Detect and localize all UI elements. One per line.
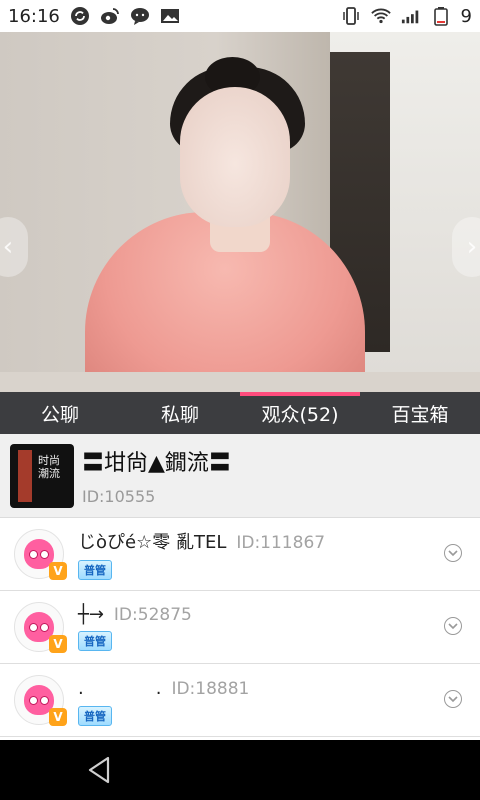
notification-icons [70,6,180,26]
tab-audience[interactable]: 观众(52) [240,392,360,434]
avatar-decoration [18,449,32,502]
viewer-id: ID:18881 [171,679,250,699]
system-nav-bar [0,740,480,800]
streamer-figure-head [180,87,290,227]
sync-icon [70,6,90,26]
vip-badge: V [49,635,67,653]
audience-list: V じòぴé☆零 亂TEL ID:111867 普管 V ┼→ ID:52875… [0,518,480,737]
viewer-name: ┼→ [78,603,104,625]
list-item[interactable]: V . . ID:18881 普管 [0,664,480,737]
vip-badge: V [49,562,67,580]
avatar-text: 时尚潮流 [38,453,60,480]
battery-icon [431,6,451,26]
live-video[interactable]: ‹ › [0,32,480,392]
status-bar: 16:16 9 [0,0,480,32]
viewer-info: . . ID:18881 普管 [78,674,249,726]
list-item[interactable]: V ┼→ ID:52875 普管 [0,591,480,664]
next-room-button[interactable]: › [452,217,480,277]
back-triangle-icon [88,756,110,784]
viewer-info: ┼→ ID:52875 普管 [78,604,192,651]
chevron-left-icon: ‹ [2,232,14,262]
expand-button[interactable] [444,690,462,708]
weibo-icon [100,6,120,26]
chat-icon [130,6,150,26]
battery-level: 9 [460,5,472,27]
anchor-info-row[interactable]: 时尚潮流 〓坩尙▲鐗流〓 ID:10555 [0,434,480,518]
viewer-id: ID:52875 [113,604,192,625]
anchor-details: 〓坩尙▲鐗流〓 ID:10555 [82,445,231,506]
room-tab-bar: 公聊 私聊 观众(52) 百宝箱 [0,392,480,434]
anchor-id: ID:10555 [82,487,156,506]
status-time: 16:16 [8,5,60,27]
avatar[interactable]: V [14,675,67,726]
vip-badge: V [49,708,67,726]
tab-private-chat[interactable]: 私聊 [120,392,240,434]
viewer-info: じòぴé☆零 亂TEL ID:111867 普管 [78,528,325,580]
expand-button[interactable] [444,617,462,635]
signal-icon [401,6,421,26]
admin-tag: 普管 [78,560,112,580]
prev-room-button[interactable]: ‹ [0,217,28,277]
system-icons: 9 [341,6,472,27]
anchor-avatar[interactable]: 时尚潮流 [10,443,74,508]
chevron-right-icon: › [466,232,478,262]
avatar[interactable]: V [14,602,67,653]
viewer-name: . . [78,678,162,699]
admin-tag: 普管 [78,630,112,651]
wifi-icon [370,6,391,26]
back-button[interactable] [84,754,116,786]
list-item[interactable]: V じòぴé☆零 亂TEL ID:111867 普管 [0,518,480,591]
image-icon [160,6,180,26]
chevron-down-icon [448,623,458,630]
viewer-id: ID:111867 [236,533,326,553]
tab-public-chat[interactable]: 公聊 [0,392,120,434]
anchor-name: 〓坩尙▲鐗流〓 [82,451,231,476]
avatar[interactable]: V [14,529,67,580]
chevron-down-icon [448,550,458,557]
expand-button[interactable] [444,544,462,562]
tab-treasure-box[interactable]: 百宝箱 [360,392,480,434]
admin-tag: 普管 [78,706,112,726]
chevron-down-icon [448,696,458,703]
video-desk [0,372,480,392]
vibrate-icon [341,6,361,26]
viewer-name: じòぴé☆零 亂TEL [78,532,227,553]
